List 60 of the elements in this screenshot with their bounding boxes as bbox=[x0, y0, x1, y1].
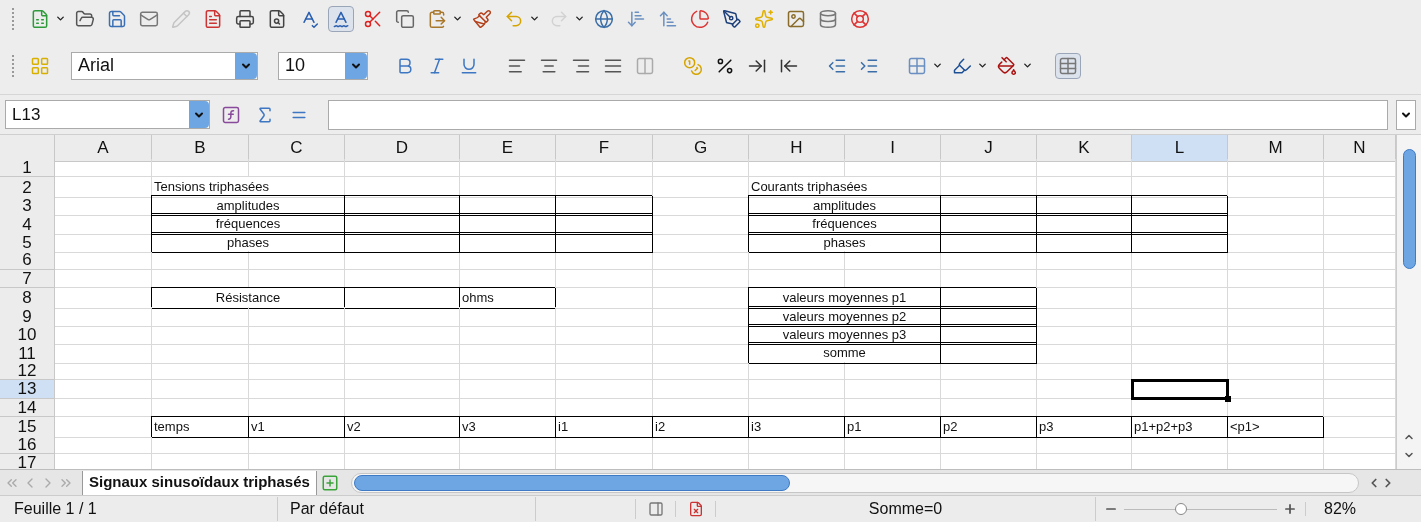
row-header[interactable]: 8 bbox=[0, 288, 55, 309]
row-header[interactable]: 15 bbox=[0, 417, 55, 438]
table-cell[interactable]: Résistance bbox=[152, 288, 345, 309]
column-header[interactable]: J bbox=[941, 135, 1037, 162]
table-cell[interactable]: v1 bbox=[249, 417, 345, 438]
row-header[interactable]: 6 bbox=[0, 251, 55, 270]
table-cell[interactable]: p1+p2+p3 bbox=[1132, 417, 1228, 438]
table-cell[interactable]: amplitudes bbox=[749, 195, 941, 217]
column-header[interactable]: K bbox=[1037, 135, 1132, 162]
table-cell[interactable]: ohms bbox=[460, 288, 556, 309]
table-cell[interactable]: phases bbox=[152, 232, 345, 254]
column-header[interactable]: F bbox=[556, 135, 653, 162]
table-cell[interactable]: Courants triphasées bbox=[749, 177, 941, 198]
column-header[interactable]: N bbox=[1324, 135, 1396, 162]
table-cell[interactable]: p3 bbox=[1037, 417, 1132, 438]
table-cell[interactable]: i3 bbox=[749, 417, 845, 438]
table-cell[interactable]: i1 bbox=[556, 417, 653, 438]
font-size-value: 10 bbox=[284, 54, 306, 77]
table-cell[interactable]: fréquences bbox=[152, 214, 345, 235]
column-header[interactable]: B bbox=[152, 135, 249, 162]
zoom-level: 82% bbox=[1324, 500, 1357, 517]
row-header[interactable]: 1 bbox=[0, 159, 55, 178]
font-name-value: Arial bbox=[77, 54, 114, 77]
column-header[interactable]: I bbox=[845, 135, 941, 162]
column-header[interactable]: E bbox=[460, 135, 556, 162]
table-cell[interactable]: phases bbox=[749, 232, 941, 254]
column-header[interactable]: D bbox=[345, 135, 460, 162]
row-header[interactable]: 4 bbox=[0, 214, 55, 235]
table-cell[interactable]: valeurs moyennes p3 bbox=[749, 324, 941, 346]
table-cell[interactable]: amplitudes bbox=[152, 195, 345, 217]
column-header[interactable]: A bbox=[55, 135, 152, 162]
sheet-indicator: Feuille 1 / 1 bbox=[14, 500, 97, 517]
row-header[interactable]: 2 bbox=[0, 177, 55, 198]
table-cell[interactable]: fréquences bbox=[749, 214, 941, 235]
page-style: Par défaut bbox=[290, 500, 364, 517]
row-header[interactable]: 17 bbox=[0, 454, 55, 469]
name-box[interactable]: L13 bbox=[5, 100, 210, 129]
table-cell[interactable]: valeurs moyennes p2 bbox=[749, 306, 941, 327]
font-size-combobox[interactable]: 10 bbox=[278, 51, 368, 80]
name-box-value: L13 bbox=[11, 103, 41, 126]
table-cell[interactable]: i2 bbox=[653, 417, 749, 438]
row-header[interactable]: 13 bbox=[0, 380, 55, 399]
column-header[interactable]: M bbox=[1228, 135, 1324, 162]
sheet-tab[interactable]: Signaux sinusoïdaux triphasés bbox=[82, 470, 317, 495]
table-cell[interactable]: somme bbox=[749, 343, 941, 364]
column-header[interactable]: H bbox=[749, 135, 845, 162]
table-cell[interactable]: temps bbox=[152, 417, 249, 438]
table-cell[interactable]: v2 bbox=[345, 417, 460, 438]
table-cell[interactable]: valeurs moyennes p1 bbox=[749, 288, 941, 309]
table-cell[interactable]: p2 bbox=[941, 417, 1037, 438]
font-name-combobox[interactable]: Arial bbox=[71, 51, 258, 80]
column-header[interactable]: L bbox=[1132, 135, 1228, 162]
column-header[interactable]: C bbox=[249, 135, 345, 162]
row-header[interactable]: 11 bbox=[0, 343, 55, 364]
table-cell[interactable]: Tensions triphasées bbox=[152, 177, 345, 198]
table-cell[interactable]: p1 bbox=[845, 417, 941, 438]
column-header[interactable]: G bbox=[653, 135, 749, 162]
table-cell[interactable]: <p1> bbox=[1228, 417, 1324, 438]
sum-value: Somme=0 bbox=[868, 499, 943, 519]
table-cell[interactable]: v3 bbox=[460, 417, 556, 438]
